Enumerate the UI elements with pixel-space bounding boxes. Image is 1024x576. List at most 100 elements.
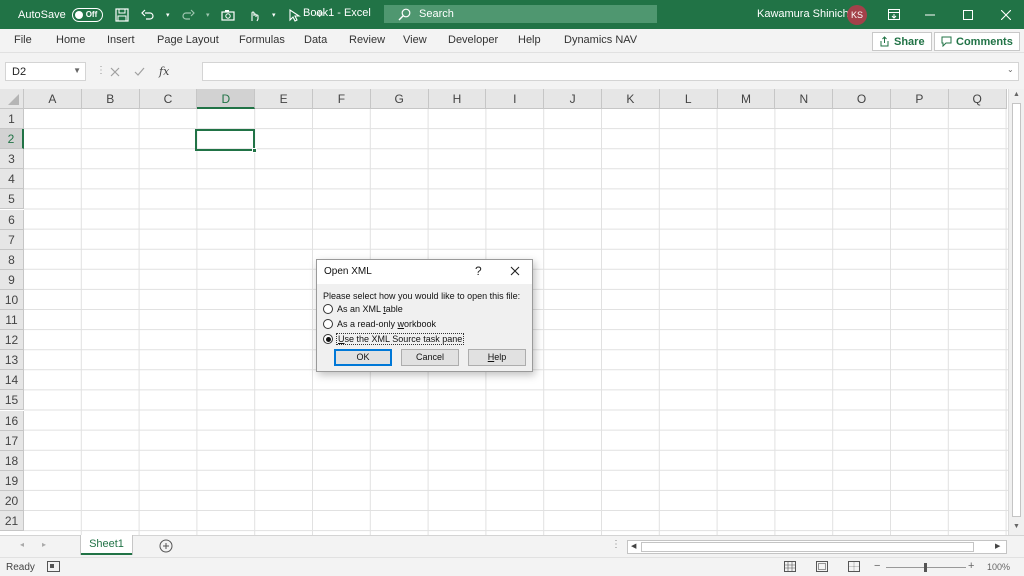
- search-box[interactable]: Search: [384, 5, 657, 23]
- maximize-button[interactable]: [950, 0, 986, 29]
- tab-dynamics-nav[interactable]: Dynamics NAV: [564, 34, 637, 46]
- column-header-b[interactable]: B: [81, 89, 140, 109]
- column-header-c[interactable]: C: [139, 89, 198, 109]
- radio-button[interactable]: [323, 319, 333, 329]
- insert-function-icon[interactable]: fx: [159, 65, 169, 78]
- comments-button[interactable]: Comments: [934, 32, 1020, 51]
- help-icon[interactable]: ?: [475, 264, 482, 278]
- column-header-i[interactable]: I: [486, 89, 545, 109]
- cancel-icon[interactable]: [110, 67, 120, 77]
- scroll-left-icon[interactable]: ◀: [631, 542, 636, 550]
- radio-button[interactable]: [323, 304, 333, 314]
- scroll-down-icon[interactable]: ▼: [1013, 523, 1020, 530]
- column-header-h[interactable]: H: [428, 89, 487, 109]
- tab-file[interactable]: File: [14, 34, 32, 46]
- cancel-button[interactable]: Cancel: [401, 349, 459, 366]
- page-break-view-icon[interactable]: [848, 561, 860, 572]
- select-objects-icon[interactable]: [285, 6, 303, 24]
- column-header-g[interactable]: G: [370, 89, 429, 109]
- ok-button[interactable]: OK: [334, 349, 392, 366]
- tab-formulas[interactable]: Formulas: [239, 34, 285, 46]
- row-header-1[interactable]: 1: [0, 109, 24, 129]
- column-header-n[interactable]: N: [775, 89, 834, 109]
- undo-dropdown-icon[interactable]: ▾: [165, 6, 171, 24]
- column-header-q[interactable]: Q: [948, 89, 1007, 109]
- scroll-up-icon[interactable]: ▲: [1013, 91, 1020, 98]
- option-xml-table[interactable]: As an XML table: [323, 304, 403, 314]
- redo-icon[interactable]: [179, 6, 197, 24]
- column-header-d[interactable]: D: [197, 89, 256, 109]
- share-button[interactable]: Share: [872, 32, 932, 51]
- minimize-button[interactable]: [912, 0, 948, 29]
- name-box[interactable]: D2 ▼: [5, 62, 86, 81]
- active-cell-selection[interactable]: [195, 129, 257, 153]
- autosave-toggle[interactable]: Off: [71, 7, 103, 22]
- scroll-right-icon[interactable]: ▶: [995, 542, 1000, 550]
- next-sheet-icon[interactable]: ▸: [42, 540, 46, 549]
- row-header-4[interactable]: 4: [0, 169, 24, 190]
- macro-record-icon[interactable]: [47, 561, 60, 572]
- row-header-13[interactable]: 13: [0, 350, 24, 371]
- tab-developer[interactable]: Developer: [448, 34, 498, 46]
- close-icon[interactable]: [508, 264, 522, 278]
- horizontal-scrollbar[interactable]: ◀ ▶: [627, 540, 1007, 554]
- row-header-17[interactable]: 17: [0, 430, 24, 451]
- column-header-o[interactable]: O: [833, 89, 891, 109]
- enter-icon[interactable]: [134, 67, 145, 77]
- radio-button-selected[interactable]: [323, 334, 333, 344]
- vertical-scrollbar[interactable]: ▲ ▼: [1008, 89, 1024, 535]
- user-name[interactable]: Kawamura Shinichi: [757, 8, 851, 20]
- vertical-scroll-thumb[interactable]: [1012, 103, 1021, 517]
- column-header-j[interactable]: J: [544, 89, 602, 109]
- help-button[interactable]: Help: [468, 349, 526, 366]
- row-header-6[interactable]: 6: [0, 209, 24, 230]
- close-window-button[interactable]: [988, 0, 1024, 29]
- row-header-16[interactable]: 16: [0, 410, 24, 431]
- chevron-down-icon[interactable]: ▼: [73, 66, 81, 75]
- select-all-corner[interactable]: [0, 89, 24, 109]
- tab-help[interactable]: Help: [518, 34, 541, 46]
- column-header-k[interactable]: K: [602, 89, 660, 109]
- touch-mode-icon[interactable]: [245, 6, 263, 24]
- row-header-21[interactable]: 21: [0, 511, 24, 531]
- row-header-11[interactable]: 11: [0, 310, 24, 330]
- normal-view-icon[interactable]: [784, 561, 796, 572]
- touch-dropdown-icon[interactable]: ▾: [271, 6, 277, 24]
- undo-icon[interactable]: [139, 6, 157, 24]
- tab-data[interactable]: Data: [304, 34, 327, 46]
- zoom-out-icon[interactable]: −: [874, 560, 880, 572]
- zoom-level[interactable]: 100%: [987, 562, 1010, 572]
- column-header-e[interactable]: E: [255, 89, 313, 109]
- row-header-12[interactable]: 12: [0, 330, 24, 351]
- column-header-f[interactable]: F: [313, 89, 371, 109]
- row-header-20[interactable]: 20: [0, 490, 24, 511]
- column-header-a[interactable]: A: [24, 89, 82, 109]
- tab-insert[interactable]: Insert: [107, 34, 135, 46]
- column-header-l[interactable]: L: [659, 89, 718, 109]
- tab-review[interactable]: Review: [349, 34, 385, 46]
- tab-split-grip-icon[interactable]: ⋮: [611, 539, 621, 550]
- row-header-15[interactable]: 15: [0, 390, 24, 411]
- prev-sheet-icon[interactable]: ◂: [20, 540, 24, 549]
- option-xml-source-pane[interactable]: Use the XML Source task pane: [323, 333, 465, 345]
- column-header-m[interactable]: M: [717, 89, 776, 109]
- add-sheet-icon[interactable]: [159, 539, 173, 553]
- tab-page-layout[interactable]: Page Layout: [157, 34, 219, 46]
- dialog-title-bar[interactable]: Open XML ?: [317, 260, 532, 284]
- row-header-19[interactable]: 19: [0, 470, 24, 491]
- save-icon[interactable]: [113, 6, 131, 24]
- avatar[interactable]: KS: [847, 5, 867, 25]
- redo-dropdown-icon[interactable]: ▾: [205, 6, 211, 24]
- row-header-9[interactable]: 9: [0, 269, 24, 290]
- row-header-7[interactable]: 7: [0, 229, 24, 250]
- tab-view[interactable]: View: [403, 34, 427, 46]
- zoom-slider-thumb[interactable]: [924, 563, 927, 572]
- expand-formula-bar-icon[interactable]: ⌄: [1007, 65, 1014, 74]
- zoom-in-icon[interactable]: +: [968, 560, 974, 572]
- row-header-10[interactable]: 10: [0, 289, 24, 310]
- option-read-only-workbook[interactable]: As a read-only workbook: [323, 319, 436, 329]
- sheet-tab-sheet1[interactable]: Sheet1: [81, 535, 132, 555]
- row-header-2[interactable]: 2: [0, 129, 24, 150]
- column-header-p[interactable]: P: [891, 89, 949, 109]
- formula-input[interactable]: [202, 62, 1019, 81]
